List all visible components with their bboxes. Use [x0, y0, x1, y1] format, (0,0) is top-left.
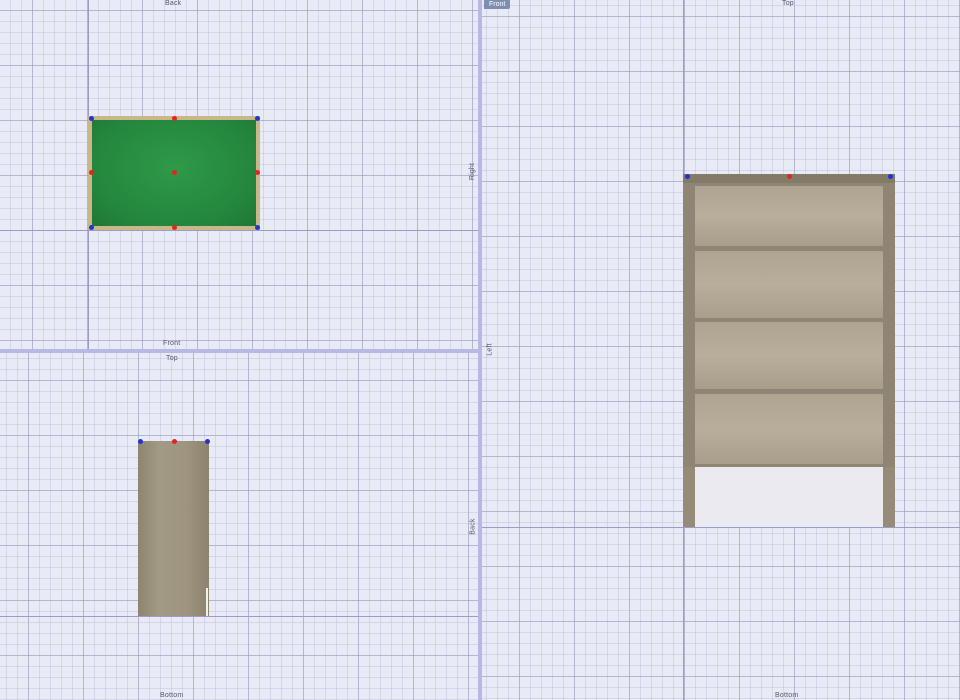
- corner-handle[interactable]: [137, 438, 143, 444]
- front-view-label-top: Top: [166, 355, 178, 362]
- edge-handle[interactable]: [88, 169, 94, 175]
- cabinet-bottom-opening: [695, 467, 883, 527]
- cabinet-shelf[interactable]: [695, 186, 883, 246]
- top-view-label-back: Back: [165, 0, 182, 7]
- corner-handle[interactable]: [254, 115, 260, 121]
- corner-handle[interactable]: [684, 173, 690, 179]
- top-view-label-right: Right: [469, 162, 477, 181]
- front-view-viewport[interactable]: [0, 353, 478, 700]
- cabinet-leg-right[interactable]: [883, 467, 895, 527]
- cabinet-leg-left[interactable]: [683, 467, 695, 527]
- side-view-x-axis: [482, 527, 960, 528]
- corner-handle[interactable]: [254, 224, 260, 230]
- edge-handle[interactable]: [786, 173, 792, 179]
- corner-handle[interactable]: [88, 115, 94, 121]
- center-handle[interactable]: [171, 169, 177, 175]
- edge-handle[interactable]: [171, 224, 177, 230]
- edge-handle[interactable]: [171, 438, 177, 444]
- edge-handle[interactable]: [171, 115, 177, 121]
- corner-handle[interactable]: [204, 438, 210, 444]
- board-edge-highlight: [206, 588, 208, 616]
- cabinet-shelf[interactable]: [695, 322, 883, 389]
- side-view-label-back: Back: [469, 518, 477, 535]
- cabinet-shelf[interactable]: [695, 251, 883, 318]
- side-view-label-left: Left: [486, 343, 494, 356]
- edge-handle[interactable]: [254, 169, 260, 175]
- cabinet-shelf[interactable]: [695, 394, 883, 464]
- top-view-label-front: Front: [163, 340, 181, 347]
- top-view-x-axis: [0, 230, 478, 231]
- corner-handle[interactable]: [88, 224, 94, 230]
- wood-board[interactable]: [138, 441, 209, 616]
- active-view-tag[interactable]: Front: [484, 0, 511, 9]
- front-view-x-axis: [0, 616, 478, 617]
- side-view-label-bottom: Bottom: [775, 692, 799, 699]
- side-view-label-top: Top: [782, 0, 794, 7]
- corner-handle[interactable]: [887, 173, 893, 179]
- front-view-label-bottom: Bottom: [160, 692, 184, 699]
